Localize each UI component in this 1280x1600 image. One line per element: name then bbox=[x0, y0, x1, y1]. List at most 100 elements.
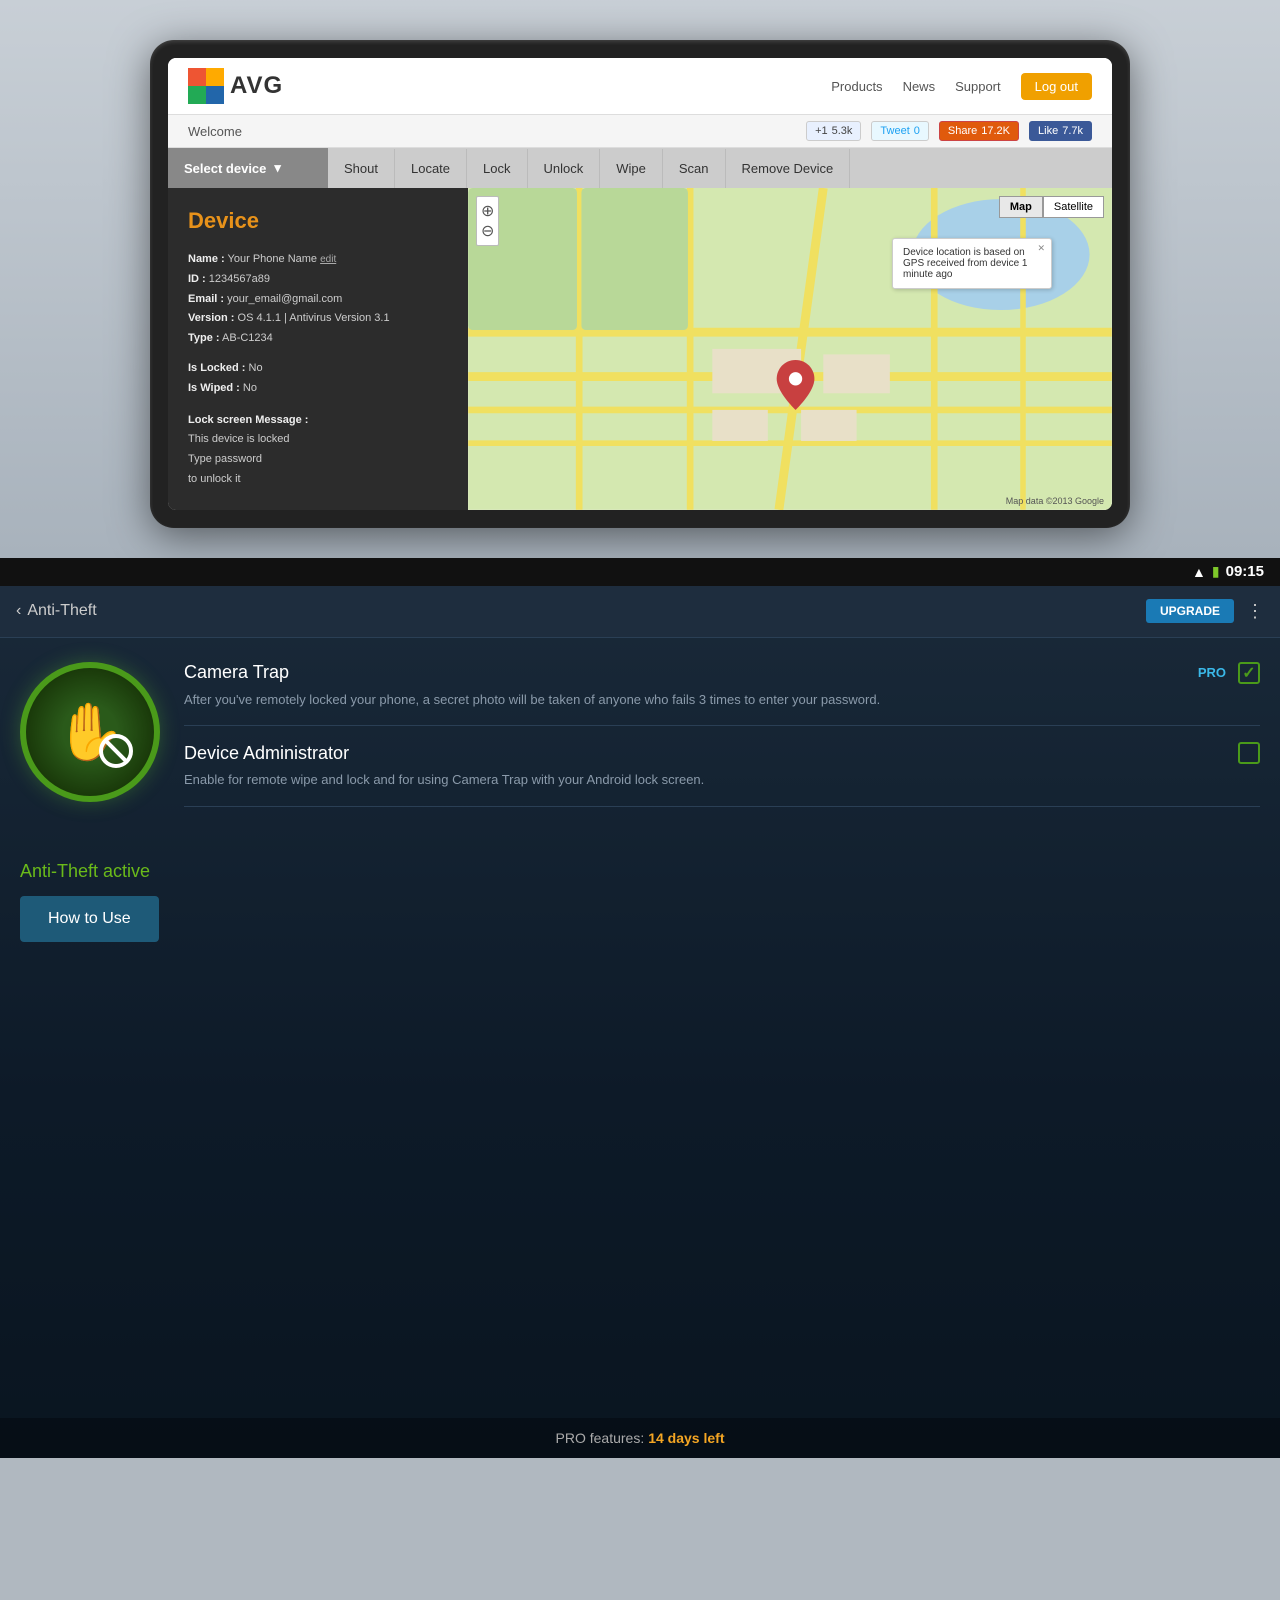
toolbar-wipe[interactable]: Wipe bbox=[600, 149, 663, 188]
device-admin-header: Device Administrator bbox=[184, 742, 1260, 764]
avg-header: AVG Products News Support Log out bbox=[168, 58, 1112, 115]
android-section: ▲ ▮ 09:15 ‹ Anti-Theft UPGRADE ⋮ ✋ bbox=[0, 558, 1280, 1458]
anti-theft-active-label: Anti-Theft active bbox=[20, 861, 1260, 882]
satellite-button[interactable]: Satellite bbox=[1043, 196, 1104, 218]
like-count: 7.7k bbox=[1062, 125, 1083, 137]
camera-trap-checkbox[interactable] bbox=[1238, 662, 1260, 684]
locked-label: Is Locked : bbox=[188, 362, 245, 374]
wiped-value: No bbox=[243, 382, 257, 394]
avg-nav: Products News Support Log out bbox=[831, 73, 1092, 100]
camera-trap-title: Camera Trap bbox=[184, 662, 289, 683]
avg-logo-icon bbox=[188, 68, 224, 104]
toolbar-shout[interactable]: Shout bbox=[328, 149, 395, 188]
tablet-screen: AVG Products News Support Log out Welcom… bbox=[168, 58, 1112, 510]
id-value: 1234567a89 bbox=[209, 273, 270, 285]
map-zoom-icon: ⊕⊖ bbox=[481, 203, 494, 240]
map-tooltip-text: Device location is based on GPS received… bbox=[903, 247, 1028, 280]
map-button[interactable]: Map bbox=[999, 196, 1043, 218]
device-title: Device bbox=[188, 208, 448, 234]
device-panel: Device Name : Your Phone Name edit ID : … bbox=[168, 188, 468, 510]
back-chevron-icon: ‹ bbox=[16, 602, 21, 620]
version-label: Version : bbox=[188, 312, 234, 324]
toolbar-unlock[interactable]: Unlock bbox=[528, 149, 601, 188]
tweet-button[interactable]: Tweet 0 bbox=[871, 121, 928, 141]
logout-button[interactable]: Log out bbox=[1021, 73, 1092, 100]
nav-products-link[interactable]: Products bbox=[831, 79, 882, 94]
toolbar-nav: Shout Locate Lock Unlock Wipe Scan Remov… bbox=[328, 149, 1112, 188]
app-title: Anti-Theft bbox=[27, 602, 96, 620]
email-label: Email : bbox=[188, 293, 224, 305]
nav-news-link[interactable]: News bbox=[903, 79, 936, 94]
map-type-buttons: Map Satellite bbox=[999, 196, 1104, 218]
like-button[interactable]: Like 7.7k bbox=[1029, 121, 1092, 141]
avg-logo: AVG bbox=[188, 68, 283, 104]
pro-bar: PRO features: 14 days left bbox=[0, 1418, 1280, 1458]
nav-support-link[interactable]: Support bbox=[955, 79, 1001, 94]
content-area: Device Name : Your Phone Name edit ID : … bbox=[168, 188, 1112, 510]
camera-trap-right: PRO bbox=[1198, 662, 1260, 684]
toolbar-locate[interactable]: Locate bbox=[395, 149, 467, 188]
battery-icon: ▮ bbox=[1212, 563, 1220, 580]
share-label: Share bbox=[948, 125, 977, 137]
wiped-label: Is Wiped : bbox=[188, 382, 240, 394]
map-panel: ⊕⊖ Map Satellite Device location is base… bbox=[468, 188, 1112, 510]
select-device-label: Select device bbox=[184, 161, 266, 176]
device-admin-title: Device Administrator bbox=[184, 743, 349, 764]
device-info: Name : Your Phone Name edit ID : 1234567… bbox=[188, 250, 448, 490]
gplus-count: 5.3k bbox=[832, 125, 853, 137]
avg-logo-text: AVG bbox=[230, 72, 283, 100]
dropdown-icon: ▾ bbox=[274, 160, 281, 176]
version-value: OS 4.1.1 | Antivirus Version 3.1 bbox=[238, 312, 390, 324]
camera-trap-item: Camera Trap PRO After you've remotely lo… bbox=[184, 662, 1260, 727]
share-count: 17.2K bbox=[981, 125, 1010, 137]
map-attribution: Map data ©2013 Google bbox=[1006, 496, 1104, 506]
app-bottom: Anti-Theft active How to Use bbox=[0, 831, 1280, 972]
tablet-section: AVG Products News Support Log out Welcom… bbox=[0, 0, 1280, 558]
welcome-text: Welcome bbox=[188, 124, 242, 139]
gplus-label: +1 bbox=[815, 125, 828, 137]
tablet-frame: AVG Products News Support Log out Welcom… bbox=[150, 40, 1130, 528]
how-to-use-button[interactable]: How to Use bbox=[20, 896, 159, 942]
device-admin-desc: Enable for remote wipe and lock and for … bbox=[184, 770, 1260, 790]
name-label: Name : bbox=[188, 253, 225, 265]
type-value: AB-C1234 bbox=[222, 332, 273, 344]
pro-label: PRO features: bbox=[556, 1430, 645, 1446]
toolbar-lock[interactable]: Lock bbox=[467, 149, 527, 188]
email-value: your_email@gmail.com bbox=[227, 293, 342, 305]
edit-link[interactable]: edit bbox=[320, 254, 336, 265]
type-label: Type : bbox=[188, 332, 220, 344]
status-time: 09:15 bbox=[1226, 563, 1264, 580]
camera-trap-header: Camera Trap PRO bbox=[184, 662, 1260, 684]
map-svg bbox=[468, 188, 1112, 510]
status-icons: ▲ ▮ 09:15 bbox=[1192, 563, 1264, 580]
toolbar-scan[interactable]: Scan bbox=[663, 149, 726, 188]
name-value: Your Phone Name bbox=[228, 253, 318, 265]
anti-theft-icon: ✋ bbox=[20, 662, 160, 802]
tweet-count: 0 bbox=[914, 125, 920, 137]
pro-days: 14 days left bbox=[648, 1430, 724, 1446]
device-admin-checkbox[interactable] bbox=[1238, 742, 1260, 764]
select-device-button[interactable]: Select device ▾ bbox=[168, 148, 328, 188]
social-bar: Welcome +1 5.3k Tweet 0 Share 17.2K Like… bbox=[168, 115, 1112, 148]
tweet-label: Tweet bbox=[880, 125, 909, 137]
camera-trap-desc: After you've remotely locked your phone,… bbox=[184, 690, 1260, 710]
gplus-button[interactable]: +1 5.3k bbox=[806, 121, 861, 141]
more-options-icon[interactable]: ⋮ bbox=[1246, 601, 1264, 622]
app-content: ✋ Camera Trap PRO After you've remotely … bbox=[0, 638, 1280, 831]
like-label: Like bbox=[1038, 125, 1058, 137]
lock-screen-msg: This device is lockedType passwordto unl… bbox=[188, 433, 290, 485]
device-admin-item: Device Administrator Enable for remote w… bbox=[184, 726, 1260, 807]
app-back[interactable]: ‹ Anti-Theft bbox=[16, 602, 97, 620]
device-admin-right bbox=[1238, 742, 1260, 764]
wifi-icon: ▲ bbox=[1192, 564, 1206, 580]
share-button[interactable]: Share 17.2K bbox=[939, 121, 1019, 141]
app-toolbar: ‹ Anti-Theft UPGRADE ⋮ bbox=[0, 586, 1280, 638]
upgrade-button[interactable]: UPGRADE bbox=[1146, 599, 1234, 623]
id-label: ID : bbox=[188, 273, 206, 285]
device-toolbar: Select device ▾ Shout Locate Lock Unlock… bbox=[168, 148, 1112, 188]
app-actions: UPGRADE ⋮ bbox=[1146, 599, 1264, 623]
locked-value: No bbox=[249, 362, 263, 374]
status-bar: ▲ ▮ 09:15 bbox=[0, 558, 1280, 586]
toolbar-remove-device[interactable]: Remove Device bbox=[726, 149, 851, 188]
feature-list: Camera Trap PRO After you've remotely lo… bbox=[184, 662, 1260, 807]
